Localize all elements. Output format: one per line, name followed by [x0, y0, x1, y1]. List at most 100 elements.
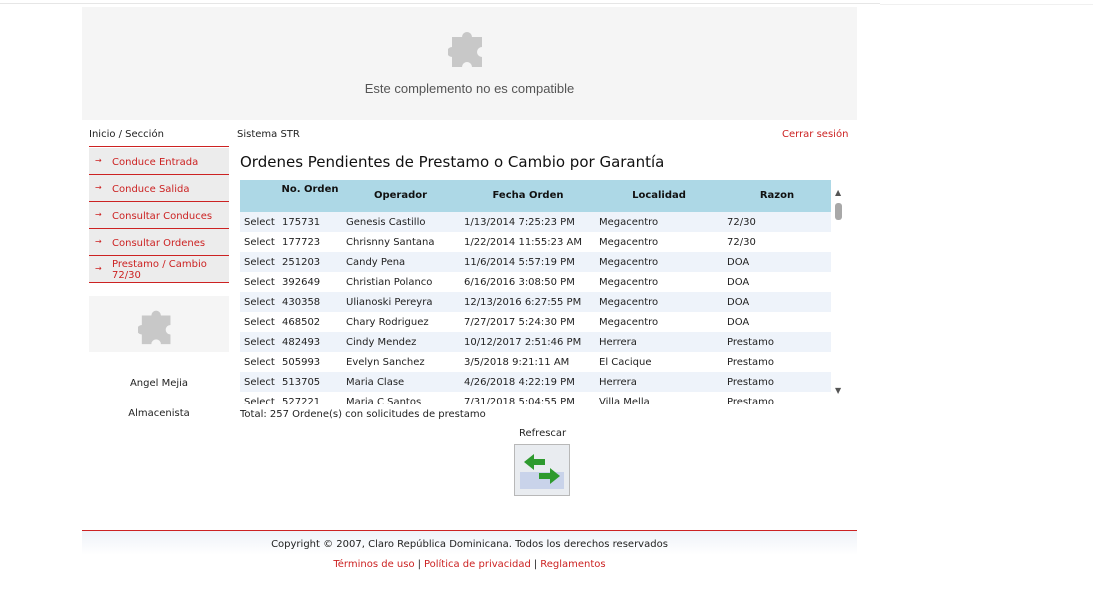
cell-operador: Maria C Santos	[346, 397, 422, 404]
cell-fecha-orden: 3/5/2018 9:21:11 AM	[464, 357, 570, 368]
refresh-button[interactable]	[514, 444, 570, 496]
cell-fecha-orden: 1/22/2014 11:55:23 AM	[464, 237, 583, 248]
column-header-no-orden: No. Orden	[281, 184, 339, 195]
arrow-right-icon: →	[95, 210, 102, 219]
select-link[interactable]: Select	[244, 357, 275, 368]
link-separator: |	[533, 559, 538, 570]
cell-no-orden: 513705	[282, 377, 321, 388]
cell-no-orden: 505993	[282, 357, 321, 368]
menu-item-label: Consultar Conduces	[112, 211, 213, 222]
menu-item-conduce-salida[interactable]: → Conduce Salida	[89, 175, 229, 202]
menu-item-conduce-entrada[interactable]: → Conduce Entrada	[89, 148, 229, 175]
copyright-text: Copyright © 2007, Claro República Domini…	[271, 539, 668, 550]
table-row: Select 251203 Candy Pena 11/6/2014 5:57:19 …	[240, 252, 831, 272]
plugin-placeholder-banner: Este complemento no es compatible	[82, 7, 857, 120]
scroll-down-arrow-icon[interactable]: ▼	[835, 386, 841, 395]
cell-razon: Prestamo	[727, 337, 775, 348]
select-link[interactable]: Select	[244, 317, 275, 328]
privacy-link[interactable]: Política de privacidad	[424, 559, 531, 570]
page-title: Ordenes Pendientes de Prestamo o Cambio …	[240, 153, 665, 171]
cell-operador: Evelyn Sanchez	[346, 357, 425, 368]
total-orders-text: Total: 257 Ordene(s) con solicitudes de …	[240, 409, 486, 420]
cell-operador: Genesis Castillo	[346, 217, 426, 228]
cell-fecha-orden: 6/16/2016 3:08:50 PM	[464, 277, 575, 288]
menu-item-label: Conduce Salida	[112, 184, 190, 195]
cell-no-orden: 482493	[282, 337, 321, 348]
cell-fecha-orden: 4/26/2018 4:22:19 PM	[464, 377, 575, 388]
cell-fecha-orden: 11/6/2014 5:57:19 PM	[464, 257, 575, 268]
orders-table: No. Orden Operador Fecha Orden Localidad…	[240, 180, 831, 404]
cell-razon: DOA	[727, 277, 750, 288]
cell-operador: Candy Pena	[346, 257, 406, 268]
puzzle-piece-icon	[447, 25, 492, 73]
menu-item-consultar-conduces[interactable]: → Consultar Conduces	[89, 202, 229, 229]
column-header-fecha-orden: Fecha Orden	[492, 190, 564, 201]
select-link[interactable]: Select	[244, 397, 275, 404]
select-link[interactable]: Select	[244, 217, 275, 228]
cell-razon: DOA	[727, 297, 750, 308]
cell-fecha-orden: 7/27/2017 5:24:30 PM	[464, 317, 575, 328]
select-link[interactable]: Select	[244, 377, 275, 388]
cell-localidad: Herrera	[599, 377, 637, 388]
select-link[interactable]: Select	[244, 277, 275, 288]
scrollbar-thumb[interactable]	[835, 203, 842, 220]
table-row: Select 482493 Cindy Mendez 10/12/2017 2:51:…	[240, 332, 831, 352]
cell-razon: Prestamo	[727, 377, 775, 388]
cell-no-orden: 177723	[282, 237, 321, 248]
cell-localidad: Megacentro	[599, 317, 659, 328]
top-divider	[0, 3, 880, 4]
cell-localidad: Megacentro	[599, 297, 659, 308]
cell-operador: Chrisnny Santana	[346, 237, 435, 248]
cell-razon: DOA	[727, 317, 750, 328]
cell-no-orden: 392649	[282, 277, 321, 288]
cell-operador: Chary Rodriguez	[346, 317, 429, 328]
menu-item-label: Conduce Entrada	[112, 157, 199, 168]
column-header-operador: Operador	[373, 190, 428, 201]
sidebar-plugin-placeholder	[89, 296, 229, 352]
cell-fecha-orden: 10/12/2017 2:51:46 PM	[464, 337, 582, 348]
select-link[interactable]: Select	[244, 297, 275, 308]
table-row: Select 468502 Chary Rodriguez 7/27/2017 5:2…	[240, 312, 831, 332]
table-row: Select 177723 Chrisnny Santana 1/22/2014 11…	[240, 232, 831, 252]
logout-link[interactable]: Cerrar sesión	[782, 129, 848, 140]
user-name: Angel Mejia	[129, 378, 189, 389]
table-row: Select 175731 Genesis Castillo 1/13/2014 7:…	[240, 212, 831, 232]
cell-razon: Prestamo	[727, 357, 775, 368]
cell-no-orden: 430358	[282, 297, 321, 308]
vertical-scrollbar[interactable]: ▲ ▼	[831, 180, 847, 404]
breadcrumb-divider	[89, 146, 229, 147]
cell-no-orden: 175731	[282, 217, 321, 228]
menu-item-prestamo-cambio[interactable]: → Prestamo / Cambio 72/30	[89, 256, 229, 283]
table-row: Select 513705 Maria Clase 4/26/2018 4:22:19…	[240, 372, 831, 392]
terms-link[interactable]: Términos de uso	[333, 559, 414, 570]
table-header-row: No. Orden Operador Fecha Orden Localidad…	[240, 180, 831, 212]
cell-fecha-orden: 7/31/2018 5:04:55 PM	[464, 397, 575, 404]
regulations-link[interactable]: Reglamentos	[540, 559, 605, 570]
cell-localidad: El Cacique	[599, 357, 652, 368]
scroll-up-arrow-icon[interactable]: ▲	[835, 188, 841, 197]
cell-localidad: Megacentro	[599, 217, 659, 228]
cell-operador: Cindy Mendez	[346, 337, 417, 348]
table-body: Select 175731 Genesis Castillo 1/13/2014 7:…	[240, 212, 831, 404]
breadcrumb: Inicio / Sección	[89, 129, 164, 140]
arrow-right-icon: →	[95, 264, 102, 273]
cell-operador: Maria Clase	[346, 377, 405, 388]
table-row: Select 505993 Evelyn Sanchez 3/5/2018 9:21:…	[240, 352, 831, 372]
menu-item-label: Consultar Ordenes	[112, 238, 206, 249]
menu-item-consultar-ordenes[interactable]: → Consultar Ordenes	[89, 229, 229, 256]
arrow-right-icon: →	[95, 183, 102, 192]
select-link[interactable]: Select	[244, 337, 275, 348]
table-row: Select 392649 Christian Polanco 6/16/2016 3…	[240, 272, 831, 292]
footer-links: Términos de uso | Política de privacidad | R…	[82, 559, 857, 570]
table-row: Select 527221 Maria C Santos 7/31/2018 5:04…	[240, 392, 831, 404]
menu-item-label: Prestamo / Cambio 72/30	[112, 259, 207, 281]
select-link[interactable]: Select	[244, 257, 275, 268]
cell-localidad: Villa Mella	[599, 397, 650, 404]
top-divider-right	[880, 4, 1093, 5]
cell-razon: Prestamo	[727, 397, 775, 404]
cell-no-orden: 527221	[282, 397, 321, 404]
select-link[interactable]: Select	[244, 237, 275, 248]
cell-no-orden: 468502	[282, 317, 321, 328]
cell-localidad: Megacentro	[599, 237, 659, 248]
puzzle-piece-icon	[137, 304, 180, 350]
